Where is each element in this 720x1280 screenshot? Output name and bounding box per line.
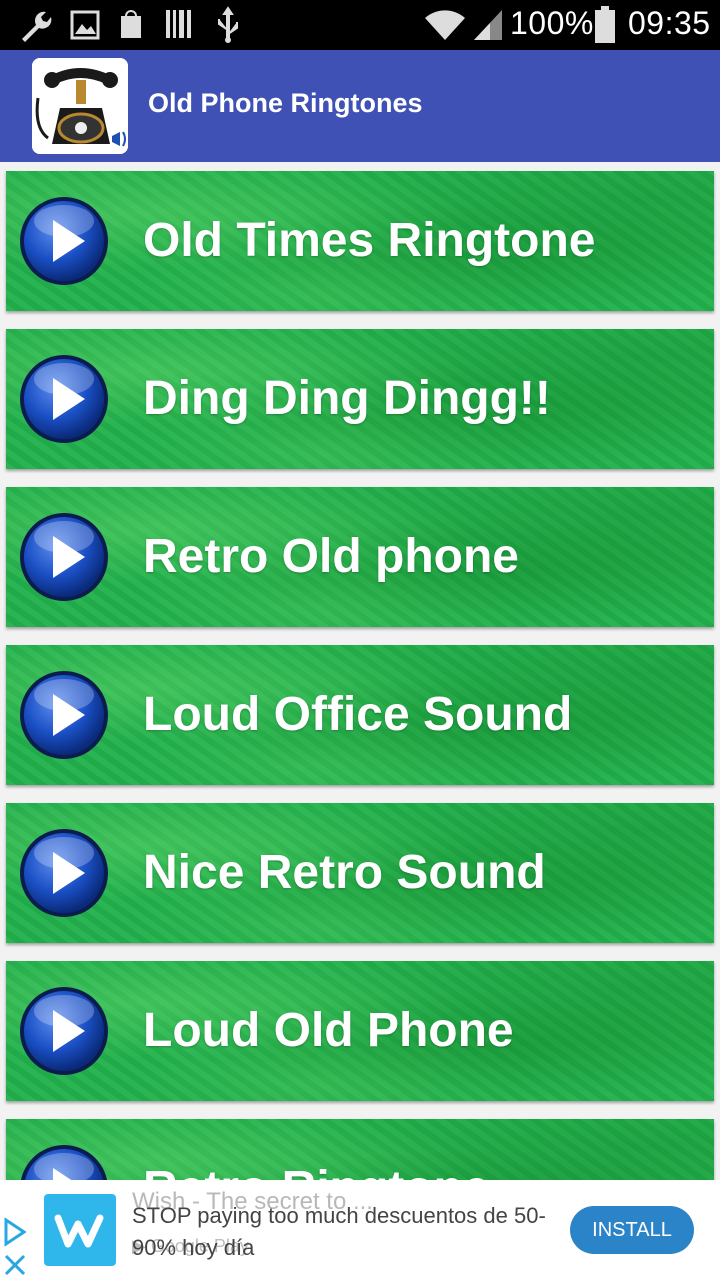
- ringtone-item[interactable]: Nice Retro Sound: [6, 803, 714, 943]
- shopping-bag-icon: [121, 10, 141, 38]
- ringtone-item[interactable]: Ding Ding Dingg!!: [6, 329, 714, 469]
- status-bar: 100% 09:35: [0, 0, 720, 50]
- image-icon: [70, 10, 100, 40]
- barcode-icon: [166, 10, 191, 38]
- play-icon[interactable]: [19, 670, 109, 760]
- ad-choices-icon[interactable]: [0, 1216, 30, 1280]
- ad-text[interactable]: STOP paying too much descuentos de 50-90…: [132, 1200, 552, 1264]
- ringtone-item[interactable]: Loud Old Phone: [6, 961, 714, 1101]
- app-icon: [32, 58, 128, 154]
- ad-banner[interactable]: Wish - The secret to ... ▶ Google Play S…: [0, 1180, 720, 1280]
- play-icon[interactable]: [19, 986, 109, 1076]
- play-icon[interactable]: [19, 1144, 109, 1180]
- clock: 09:35: [628, 5, 711, 41]
- wrench-icon: [22, 11, 52, 43]
- ringtone-list[interactable]: Old Times Ringtone Ding Ding Dingg!! Ret…: [0, 162, 720, 1180]
- ringtone-title: Loud Old Phone: [143, 1004, 514, 1057]
- old-telephone-icon: [32, 58, 128, 154]
- play-icon[interactable]: [19, 828, 109, 918]
- install-button[interactable]: INSTALL: [570, 1206, 694, 1254]
- signal-icon: [474, 10, 502, 40]
- ringtone-title: Retro Ringtone: [143, 1161, 490, 1180]
- app-title: Old Phone Ringtones: [148, 88, 423, 118]
- wifi-icon: [425, 10, 465, 40]
- ringtone-title: Retro Old phone: [143, 530, 519, 583]
- ringtone-title: Loud Office Sound: [143, 688, 573, 741]
- wish-logo[interactable]: [44, 1194, 116, 1266]
- play-icon[interactable]: [19, 512, 109, 602]
- usb-icon: [218, 6, 238, 43]
- ringtone-title: Nice Retro Sound: [143, 846, 546, 899]
- ringtone-title: Old Times Ringtone: [143, 214, 596, 267]
- battery-percentage: 100%: [510, 5, 594, 41]
- battery-icon: [595, 6, 615, 43]
- ringtone-item[interactable]: Retro Old phone: [6, 487, 714, 627]
- play-icon[interactable]: [19, 196, 109, 286]
- ringtone-title: Ding Ding Dingg!!: [143, 372, 551, 425]
- play-icon[interactable]: [19, 354, 109, 444]
- ringtone-item[interactable]: Old Times Ringtone: [6, 171, 714, 311]
- ringtone-item[interactable]: Loud Office Sound: [6, 645, 714, 785]
- wish-w-icon: [54, 1214, 104, 1248]
- ringtone-item[interactable]: Retro Ringtone: [6, 1119, 714, 1180]
- app-bar: Old Phone Ringtones: [0, 50, 720, 162]
